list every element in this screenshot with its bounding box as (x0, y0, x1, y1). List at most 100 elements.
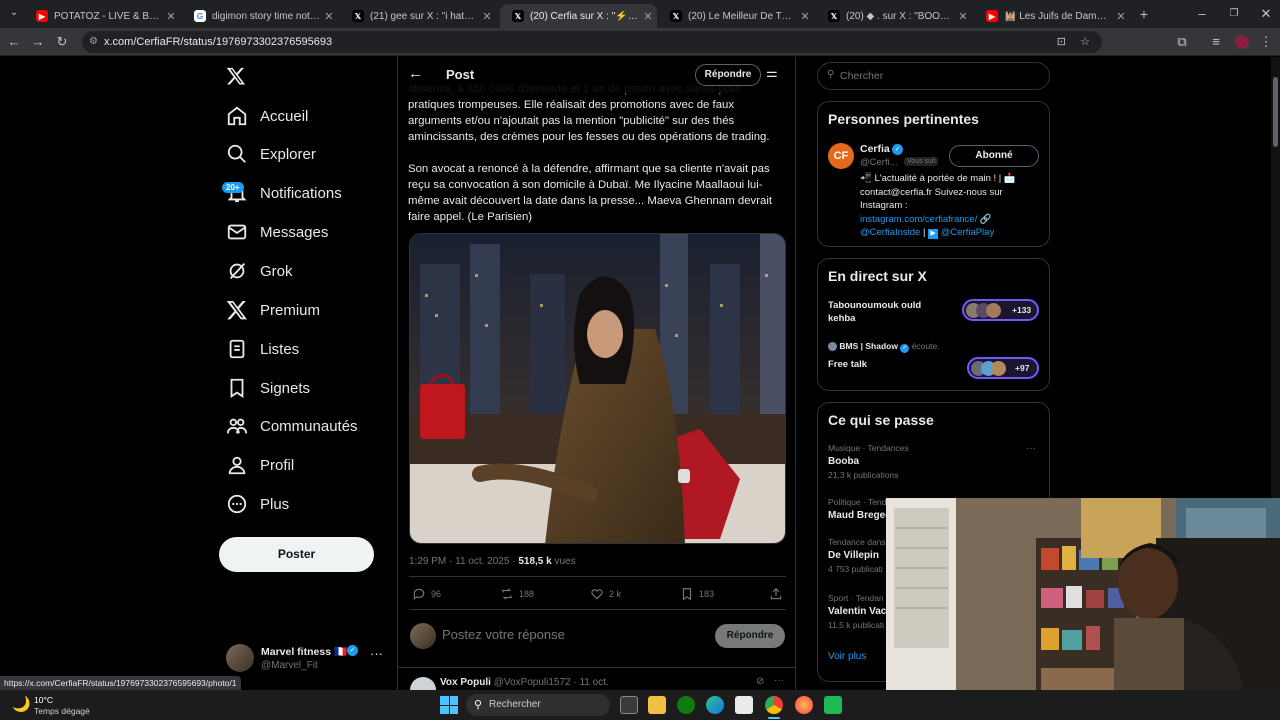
extensions-icon[interactable]: ⧉ (1172, 32, 1192, 52)
address-bar[interactable]: ⚙ x.com/CerfiaFR/status/1976973302376595… (82, 31, 1102, 53)
post-timestamp[interactable]: 1:29 PM · 11 oct. 2025 · (409, 556, 518, 567)
nav-communities[interactable]: Communautés (220, 408, 358, 444)
following-button[interactable]: Abonné (949, 145, 1039, 167)
back-icon[interactable]: ← (4, 32, 24, 52)
chrome-icon[interactable] (765, 696, 783, 714)
close-tab-icon[interactable]: ✕ (796, 10, 814, 23)
filter-settings-icon[interactable]: ⚌ (766, 65, 778, 81)
browser-tab[interactable]: 𝕏 (20) ◆ . sur X : "BOOBA aujourd ✕ (816, 4, 972, 28)
space-item[interactable]: BMS | Shadow ✓ écoute. Free talk +97 (828, 341, 1040, 381)
nav-bookmarks[interactable]: Signets (220, 370, 310, 406)
x-logo[interactable] (226, 66, 246, 86)
taskbar-search[interactable]: ⚲ Rechercher (466, 694, 610, 716)
weather-desc: Temps dégagé (34, 706, 90, 716)
post-button[interactable]: Poster (219, 537, 374, 572)
grok-icon (229, 263, 246, 279)
edge-icon[interactable] (706, 696, 724, 714)
post-paragraph: pratiques trompeuses. Elle réalisait des… (408, 99, 770, 143)
share-action[interactable] (769, 587, 788, 601)
card-title: Ce qui se passe (828, 412, 934, 428)
app-icon[interactable] (824, 696, 842, 714)
close-tab-icon[interactable]: ✕ (320, 10, 338, 23)
bio-link[interactable]: @CerfiaPlay (941, 227, 994, 238)
browser-tab[interactable]: ▶ 🕍 Les Juifs de Damas : vivre et ✕ (974, 4, 1130, 28)
tab-title: (20) Le Meilleur De Twitch 👾 sur X (688, 10, 796, 22)
avatar (828, 342, 837, 352)
minimize-icon[interactable]: – (1192, 4, 1212, 24)
cerfia-avatar[interactable]: CF (828, 143, 854, 169)
reply-header-button[interactable]: Répondre (695, 64, 761, 86)
nav-home[interactable]: Accueil (220, 98, 308, 134)
bio-line: 📲 L'actualité à portée de main ! | 📩 (860, 173, 1016, 184)
close-tab-icon[interactable]: ✕ (478, 10, 496, 23)
tab-search-icon[interactable]: ⌄ (4, 3, 24, 23)
nav-notifications[interactable]: Notifications (220, 175, 342, 211)
nav-more[interactable]: Plus (220, 486, 289, 522)
browser-tab[interactable]: 𝕏 (21) gee sur X : "i hate the fact ✕ (340, 4, 496, 28)
browser-tab-active[interactable]: 𝕏 (20) Cerfia sur X : "⚡FLASH | La ✕ (500, 4, 657, 28)
close-tab-icon[interactable]: ✕ (1112, 10, 1130, 23)
install-app-icon[interactable]: ⊡ (1057, 31, 1066, 53)
post-photo[interactable] (409, 233, 786, 544)
file-explorer-icon[interactable] (648, 696, 666, 714)
like-action[interactable]: 2 k (590, 587, 621, 601)
reply-more-icon[interactable]: ··· (774, 675, 784, 686)
windows-taskbar: 🌙 10°C Temps dégagé ⚲ Rechercher (0, 690, 1280, 720)
reply-author-name[interactable]: Vox Populi (440, 677, 491, 688)
bio-link[interactable]: @CerfiaInside (860, 227, 920, 238)
browser-tab[interactable]: ▶ POTATOZ - LIVE & BEST-OF - YouTube ✕ (24, 4, 180, 28)
nav-lists[interactable]: Listes (220, 331, 299, 367)
store-icon[interactable] (735, 696, 753, 714)
firefox-icon[interactable] (795, 696, 813, 714)
nav-profile[interactable]: Profil (220, 447, 294, 483)
nav-explore[interactable]: Explorer (220, 136, 316, 172)
nav-premium[interactable]: Premium (220, 292, 320, 328)
trend-name: Booba (828, 456, 860, 467)
trend-more-icon[interactable]: ··· (1026, 443, 1036, 454)
user-name[interactable]: Cerfia (860, 143, 890, 155)
grok-icon[interactable]: ⊘ (756, 676, 764, 687)
forward-icon[interactable]: → (28, 32, 48, 52)
repost-icon (502, 588, 512, 600)
windows-start-icon[interactable] (440, 696, 458, 714)
browser-menu-icon[interactable]: ⋮ (1256, 32, 1276, 52)
bookmark-star-icon[interactable]: ☆ (1080, 31, 1090, 53)
reply-count: 96 (431, 589, 442, 599)
xbox-icon[interactable] (677, 696, 695, 714)
site-info-icon[interactable]: ⚙ (89, 31, 98, 53)
reload-icon[interactable]: ↻ (52, 32, 72, 52)
restore-icon[interactable]: ❐ (1224, 4, 1244, 24)
bio-link[interactable]: instagram.com/cerfiafrance/ (860, 214, 977, 225)
reply-action[interactable]: 96 (412, 587, 441, 601)
close-window-icon[interactable]: ✕ (1256, 4, 1276, 24)
reply-input[interactable]: Postez votre réponse (442, 627, 565, 642)
close-tab-icon[interactable]: ✕ (162, 10, 180, 23)
account-more-icon[interactable]: ··· (370, 646, 383, 661)
trend-item[interactable]: Musique · Tendances Booba 21,3 k publica… (828, 443, 1040, 480)
task-view-icon[interactable] (620, 696, 638, 714)
repost-action[interactable]: 188 (500, 587, 534, 601)
search-input[interactable]: ⚲ Chercher (817, 62, 1050, 90)
moon-icon: 🌙 (12, 696, 31, 713)
reply-author: Vox Populi @VoxPopuli1572 · 11 oct. (440, 677, 609, 688)
profile-avatar-icon[interactable] (1232, 32, 1252, 52)
browser-tab[interactable]: 𝕏 (20) Le Meilleur De Twitch 👾 sur X ✕ (658, 4, 814, 28)
close-tab-icon[interactable]: ✕ (954, 10, 972, 23)
bookmark-action[interactable]: 183 (680, 587, 714, 601)
show-more-link[interactable]: Voir plus (828, 651, 866, 662)
nav-messages[interactable]: Messages (220, 214, 328, 250)
weather-widget[interactable]: 🌙 10°C Temps dégagé (8, 693, 118, 717)
nav-label: Accueil (260, 107, 309, 125)
space-item[interactable]: Tabounoumouk ould kehba +133 (828, 299, 1040, 333)
back-arrow-icon[interactable]: ← (408, 65, 423, 82)
taskbar-search-placeholder: Rechercher (489, 699, 541, 710)
account-switcher[interactable]: Marvel fitness 🇫🇷 ✓ @Marvel_Fit ··· (226, 642, 386, 676)
reading-list-icon[interactable]: ≡ (1206, 32, 1226, 52)
nav-grok[interactable]: Grok (220, 253, 293, 289)
close-tab-icon[interactable]: ✕ (639, 10, 657, 23)
new-tab-button[interactable]: + (1134, 4, 1154, 24)
reply-submit-button[interactable]: Répondre (715, 624, 785, 648)
scrollbar-thumb[interactable] (1273, 77, 1278, 147)
browser-tab[interactable]: G digimon story time note jvc - Recherch… (182, 4, 338, 28)
nav-label: Messages (260, 223, 329, 241)
